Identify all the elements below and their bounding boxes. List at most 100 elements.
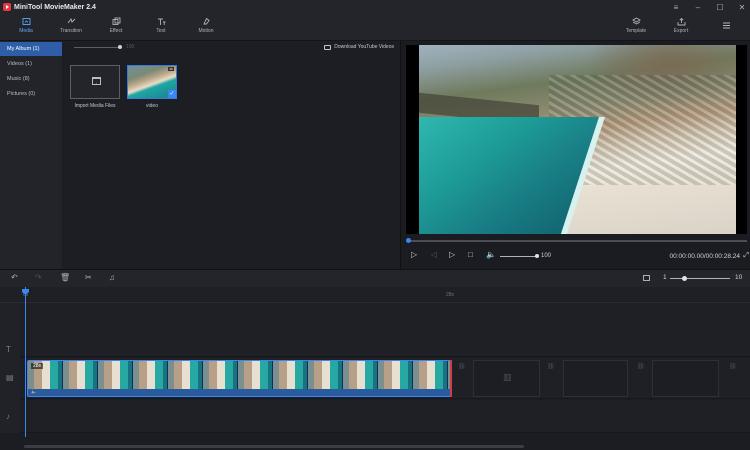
layers-icon: [631, 17, 641, 25]
playback-progress-handle[interactable]: [406, 238, 411, 243]
title-bar: MiniTool MovieMaker 2.4 ≡ – ☐ ✕: [0, 0, 750, 14]
download-video-icon: [324, 44, 332, 50]
empty-media-slot[interactable]: [652, 360, 719, 397]
export-button[interactable]: Export: [661, 17, 701, 34]
time-ruler[interactable]: 0s 28s: [0, 287, 750, 303]
sidebar-item-pictures[interactable]: Pictures (0): [0, 87, 62, 101]
timeline-zoom-handle[interactable]: [682, 276, 687, 281]
volume-icon[interactable]: 🔈: [486, 250, 496, 259]
tab-transition-label: Transition: [60, 28, 82, 34]
menu-icon[interactable]: ≡: [672, 3, 680, 12]
clip-duration-badge: 28s: [31, 363, 44, 369]
resolution-badge: 4K: [168, 67, 174, 71]
play-icon[interactable]: ▷: [411, 250, 417, 259]
thumbnail-size-handle[interactable]: [118, 45, 122, 49]
playback-timecode: 00:00:00.00/00:00:28.24: [669, 253, 740, 260]
tab-media[interactable]: Media: [6, 17, 46, 34]
transition-slot-icon[interactable]: ⛓: [458, 363, 466, 370]
redo-icon[interactable]: ↷: [35, 273, 42, 282]
fullscreen-icon[interactable]: ⤢: [743, 252, 749, 260]
sidebar-item-label: Videos: [7, 61, 24, 67]
selected-check-icon[interactable]: ✓: [168, 90, 176, 98]
maximize-icon[interactable]: ☐: [716, 3, 724, 12]
template-button[interactable]: Template: [616, 17, 656, 34]
sidebar-item-videos[interactable]: Videos (1): [0, 57, 62, 71]
volume-slider[interactable]: [500, 256, 538, 257]
sidebar-item-music[interactable]: Music (8): [0, 72, 62, 86]
clip-trim-handle[interactable]: [450, 360, 452, 397]
film-placeholder-icon: ▥: [503, 372, 512, 382]
text-track[interactable]: [20, 303, 750, 357]
music-track[interactable]: [20, 400, 750, 433]
ruler-mark-label: 28s: [446, 292, 455, 298]
empty-media-slot[interactable]: [563, 360, 628, 397]
sidebar-item-label: Music: [7, 76, 22, 82]
video-frame-image: [419, 45, 736, 234]
zoom-to-fit-icon[interactable]: [643, 275, 650, 281]
import-media-label: Import Media Files: [74, 103, 116, 109]
media-category-sidebar: My Album (1) Videos (1) Music (8) Pictur…: [0, 41, 62, 269]
window-controls: ≡ – ☐ ✕: [672, 0, 746, 14]
stop-icon[interactable]: □: [468, 250, 473, 259]
volume-value: 100: [541, 253, 552, 259]
tab-transition[interactable]: Transition: [51, 17, 91, 34]
minimize-icon[interactable]: –: [694, 3, 702, 12]
clip-filmstrip: [28, 361, 450, 389]
video-thumbnail[interactable]: 4K ✓: [127, 65, 177, 99]
close-icon[interactable]: ✕: [738, 3, 746, 12]
app-title: MiniTool MovieMaker 2.4: [14, 3, 96, 11]
video-preview: [406, 45, 747, 234]
sidebar-item-label: My Album: [7, 46, 32, 52]
transition-slot-icon[interactable]: ⛓: [729, 363, 737, 370]
sidebar-item-count: (1): [32, 46, 40, 52]
media-library: 100 Download YouTube Videos ↓ Import Med…: [62, 41, 400, 269]
download-arrow-icon: ↓: [95, 80, 97, 85]
volume-handle[interactable]: [535, 254, 539, 258]
timeline: 0s 28s T ▤ ♪ 28s 🔈 ⛓ ▥ ⛓ ⛓ ⛓: [0, 287, 750, 450]
timeline-horizontal-scrollbar[interactable]: [24, 445, 524, 448]
transition-slot-icon[interactable]: ⛓: [637, 363, 645, 370]
video-clip[interactable]: 28s 🔈: [27, 360, 451, 397]
import-media-tile[interactable]: ↓: [70, 65, 120, 99]
tab-media-label: Media: [19, 28, 33, 34]
music-track-icon: ♪: [6, 412, 10, 421]
hamburger-menu-button[interactable]: [706, 21, 746, 30]
track-headers: T ▤ ♪: [0, 303, 20, 433]
clip-volume-icon[interactable]: 🔈: [31, 389, 37, 395]
tab-text[interactable]: Text: [141, 17, 181, 34]
next-frame-icon[interactable]: ▷: [449, 250, 455, 259]
thumbnail-size-slider[interactable]: [74, 47, 120, 48]
text-track-icon: T: [6, 345, 11, 354]
download-youtube-button[interactable]: Download YouTube Videos: [324, 44, 394, 50]
app-window: MiniTool MovieMaker 2.4 ≡ – ☐ ✕ Media Tr…: [0, 0, 750, 450]
undo-icon[interactable]: ↶: [11, 273, 18, 282]
hamburger-icon: [722, 22, 730, 29]
sidebar-item-my-album[interactable]: My Album (1): [0, 42, 62, 56]
timeline-playhead[interactable]: [25, 287, 26, 437]
timeline-zoom-slider[interactable]: [670, 278, 730, 279]
transition-slot-icon[interactable]: ⛓: [547, 363, 555, 370]
zoom-min-label: 1: [663, 274, 667, 281]
empty-media-slot[interactable]: ▥: [473, 360, 540, 397]
export-icon: [677, 17, 685, 26]
media-header: 100 Download YouTube Videos: [62, 41, 400, 53]
video-label: video: [146, 103, 158, 109]
audio-crop-icon[interactable]: ♫: [109, 273, 115, 282]
tab-effect[interactable]: Effect: [96, 17, 136, 34]
preview-player: ▷ ◁ ▷ □ 🔈 100 00:00:00.00/00:00:28.24 ⤢: [400, 41, 750, 269]
playback-progress-bar[interactable]: [408, 240, 747, 242]
tab-motion[interactable]: Motion: [186, 17, 226, 34]
effect-icon: [112, 17, 120, 25]
split-scissors-icon[interactable]: ✂: [85, 273, 92, 282]
delete-icon[interactable]: 🗑: [60, 273, 70, 282]
motion-icon: [202, 17, 210, 25]
zoom-max-label: 10: [735, 274, 743, 281]
export-label: Export: [673, 28, 689, 34]
app-logo-icon: [3, 3, 11, 11]
sidebar-item-count: (8): [22, 76, 30, 82]
previous-frame-icon[interactable]: ◁: [431, 250, 437, 259]
sidebar-item-count: (1): [25, 61, 32, 67]
text-icon: [157, 18, 165, 25]
template-label: Template: [625, 28, 647, 34]
main-toolbar: Media Transition Effect Text Motion Temp…: [0, 14, 750, 41]
